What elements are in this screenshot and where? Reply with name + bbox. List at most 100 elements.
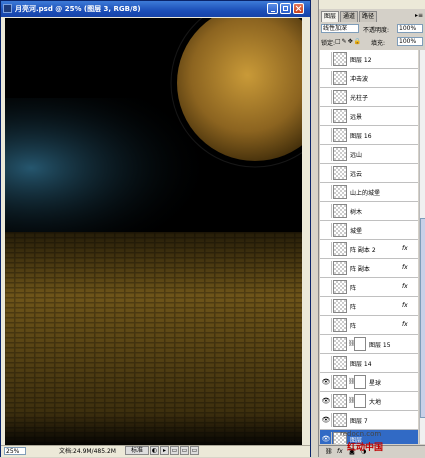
- eye-icon[interactable]: [321, 71, 332, 85]
- layer-list-scrollbar[interactable]: [419, 50, 425, 444]
- eye-icon[interactable]: 👁: [321, 413, 332, 427]
- fx-icon[interactable]: fx: [402, 321, 408, 328]
- layer-thumbnail: [333, 242, 347, 256]
- eye-icon[interactable]: [321, 109, 332, 123]
- layer-row[interactable]: 冲击波: [320, 69, 418, 88]
- layer-row[interactable]: 图层 14: [320, 354, 418, 373]
- eye-icon[interactable]: [321, 90, 332, 104]
- document-titlebar[interactable]: 月亮河.psd @ 25% (图层 3, RGB/8): [1, 1, 310, 17]
- layer-row[interactable]: 远山: [320, 145, 418, 164]
- layer-thumbnail: [333, 166, 347, 180]
- layer-mask-thumbnail[interactable]: [354, 375, 366, 389]
- layer-name: 图层 7: [350, 418, 368, 425]
- layer-row[interactable]: 城堡: [320, 221, 418, 240]
- layer-thumbnail: [333, 299, 347, 313]
- palette-titlebar[interactable]: [319, 0, 425, 9]
- layer-row[interactable]: 阵 副本 fx: [320, 259, 418, 278]
- screen-mode-full-icon[interactable]: ▭: [180, 446, 189, 455]
- eye-icon[interactable]: [321, 242, 332, 256]
- layer-name: 大地: [369, 399, 382, 406]
- eye-icon[interactable]: [321, 318, 332, 332]
- layer-row[interactable]: 👁 ⛓ 星球: [320, 373, 418, 392]
- opacity-field[interactable]: 100%: [397, 24, 423, 33]
- layer-name: 阵: [350, 304, 357, 311]
- layer-list: 图层 12 冲击波 光柱子 远景 图层 16 远山 远云 山上的城堡 树木 城堡阵 副本 2 fx 阵…: [320, 50, 418, 444]
- close-button[interactable]: [293, 3, 304, 14]
- fx-icon[interactable]: fx: [402, 302, 408, 309]
- layer-thumbnail: [333, 204, 347, 218]
- eye-icon[interactable]: [321, 337, 332, 351]
- eye-icon[interactable]: 👁: [321, 432, 332, 444]
- eye-icon[interactable]: 👁: [321, 394, 332, 408]
- moon-icon[interactable]: ◐: [150, 446, 159, 455]
- layer-thumbnail: [333, 261, 347, 275]
- layer-row[interactable]: 阵 fx: [320, 278, 418, 297]
- zoom-field[interactable]: 25%: [4, 447, 26, 455]
- layer-row[interactable]: 👁 图层 7: [320, 411, 418, 430]
- fx-icon[interactable]: fx: [402, 264, 408, 271]
- layer-thumbnail: [333, 394, 347, 408]
- layer-thumbnail: [333, 109, 347, 123]
- eye-icon[interactable]: [321, 204, 332, 218]
- fx-icon[interactable]: fx: [402, 245, 408, 252]
- layer-name: 山上的城堡: [350, 190, 381, 197]
- layer-name: 星球: [369, 380, 382, 387]
- eye-icon[interactable]: [321, 52, 332, 66]
- eye-icon[interactable]: 👁: [321, 375, 332, 389]
- maximize-button[interactable]: [280, 3, 291, 14]
- eye-icon[interactable]: [321, 147, 332, 161]
- link-layers-icon[interactable]: ⛓: [325, 448, 333, 455]
- fx-button[interactable]: fx: [337, 448, 343, 455]
- layer-name: 图层 15: [369, 342, 391, 349]
- play-icon[interactable]: ▸: [160, 446, 169, 455]
- eye-icon[interactable]: [321, 261, 332, 275]
- status-buttons: 标准 ◐ ▸ ▭ ▭ ▭: [125, 446, 199, 456]
- eye-icon[interactable]: [321, 299, 332, 313]
- screen-mode-black-icon[interactable]: ▭: [190, 446, 199, 455]
- screen-mode-icon[interactable]: ▭: [170, 446, 179, 455]
- image-canvas[interactable]: [5, 18, 302, 445]
- layer-row[interactable]: 远云: [320, 164, 418, 183]
- document-title: 月亮河.psd @ 25% (图层 3, RGB/8): [15, 5, 141, 13]
- layer-thumbnail: [333, 375, 347, 389]
- palette-menu-icon[interactable]: ▸≡: [415, 12, 423, 19]
- eye-icon[interactable]: [321, 128, 332, 142]
- artwork: [5, 18, 302, 445]
- layer-name: 阵 副本 2: [350, 247, 376, 254]
- blend-mode-select[interactable]: 线性加深: [321, 24, 359, 33]
- layer-row[interactable]: 👁 ⛓ 大地: [320, 392, 418, 411]
- tab-channels[interactable]: 通道: [340, 11, 359, 22]
- layer-row[interactable]: 山上的城堡: [320, 183, 418, 202]
- fill-field[interactable]: 100%: [397, 37, 423, 46]
- lock-icons[interactable]: □✎✥🔒: [335, 38, 362, 45]
- layer-row[interactable]: 阵 fx: [320, 297, 418, 316]
- layer-row[interactable]: 图层 12: [320, 50, 418, 69]
- layer-thumbnail: [333, 337, 347, 351]
- blend-row: 线性加深 不透明度: 100%: [321, 24, 425, 35]
- eye-icon[interactable]: [321, 223, 332, 237]
- eye-icon[interactable]: [321, 185, 332, 199]
- layer-row[interactable]: 图层 16: [320, 126, 418, 145]
- layer-mask-thumbnail[interactable]: [354, 337, 366, 351]
- fx-icon[interactable]: fx: [402, 283, 408, 290]
- layer-row[interactable]: ⛓ 图层 15: [320, 335, 418, 354]
- tab-layers[interactable]: 图层: [321, 11, 340, 22]
- layer-row[interactable]: 树木: [320, 202, 418, 221]
- minimize-button[interactable]: [267, 3, 278, 14]
- layer-mask-thumbnail[interactable]: [354, 394, 366, 408]
- standard-mode-button[interactable]: 标准: [125, 446, 149, 455]
- layer-name: 光柱子: [350, 95, 369, 102]
- layer-row[interactable]: 阵 fx: [320, 316, 418, 335]
- layer-row[interactable]: 光柱子: [320, 88, 418, 107]
- layer-thumbnail: [333, 318, 347, 332]
- eye-icon[interactable]: [321, 356, 332, 370]
- layer-thumbnail: [333, 128, 347, 142]
- eye-icon[interactable]: [321, 280, 332, 294]
- layer-thumbnail: [333, 52, 347, 66]
- layer-row[interactable]: 阵 副本 2 fx: [320, 240, 418, 259]
- scrollbar-thumb[interactable]: [420, 218, 425, 418]
- layer-row[interactable]: 远景: [320, 107, 418, 126]
- tab-paths[interactable]: 路径: [359, 11, 378, 22]
- layer-name: 远景: [350, 114, 363, 121]
- eye-icon[interactable]: [321, 166, 332, 180]
